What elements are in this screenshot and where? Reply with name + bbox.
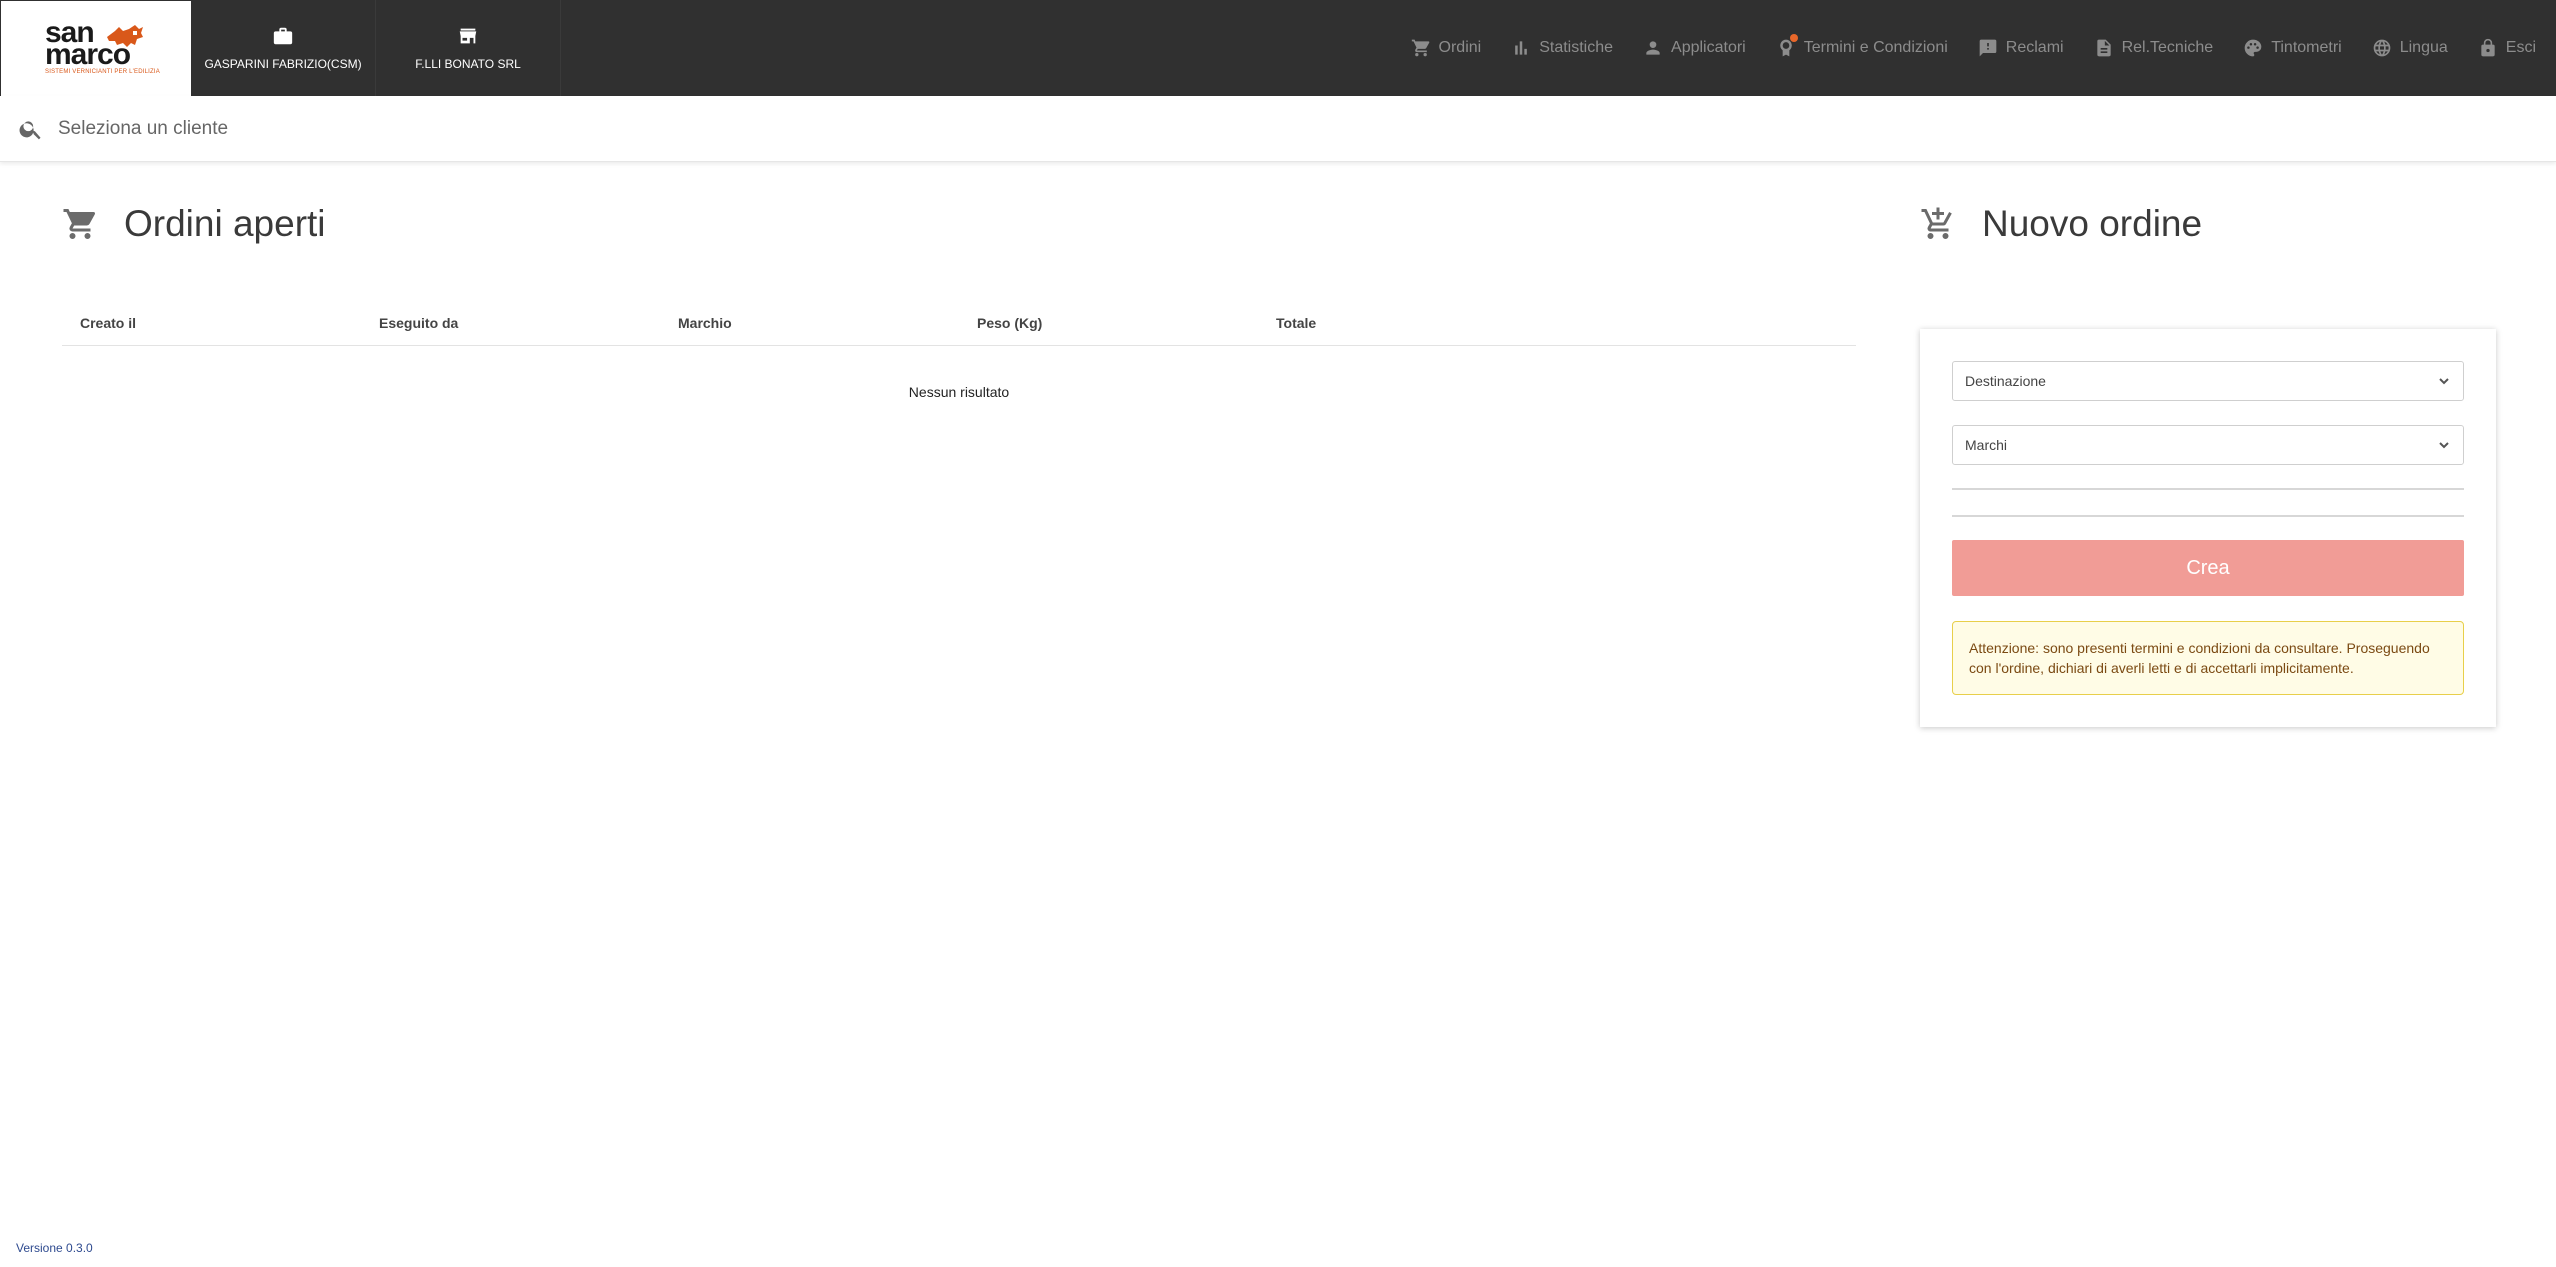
terms-warning: Attenzione: sono presenti termini e cond… bbox=[1952, 621, 2464, 695]
brand-logo[interactable]: san marco SISTEMI VERNICIANTI PER L'EDIL… bbox=[0, 0, 191, 96]
destination-select-label: Destinazione bbox=[1965, 373, 2046, 389]
customer-search-bar bbox=[0, 96, 2556, 162]
context-customer[interactable]: F.LLI BONATO SRL bbox=[376, 0, 561, 96]
nav-applicatori[interactable]: Applicatori bbox=[1643, 38, 1746, 58]
chevron-down-icon bbox=[2439, 378, 2449, 385]
search-icon bbox=[19, 120, 41, 139]
nav-tintometri-label: Tintometri bbox=[2271, 39, 2342, 56]
lion-icon bbox=[107, 25, 143, 47]
store-icon bbox=[459, 28, 477, 44]
column-header-weight[interactable]: Peso (Kg) bbox=[959, 315, 1258, 331]
nav-rel-tecniche-label: Rel.Tecniche bbox=[2121, 39, 2214, 56]
top-bar: san marco SISTEMI VERNICIANTI PER L'EDIL… bbox=[0, 0, 2556, 96]
document-icon bbox=[2096, 39, 2111, 57]
context-customer-label: F.LLI BONATO SRL bbox=[415, 57, 521, 71]
palette-icon bbox=[2244, 39, 2262, 57]
nav-ordini-label: Ordini bbox=[1438, 39, 1482, 56]
create-order-button[interactable]: Crea bbox=[1952, 540, 2464, 596]
context-agent-label: GASPARINI FABRIZIO(CSM) bbox=[204, 57, 362, 71]
app-version: Versione 0.3.0 bbox=[16, 1241, 93, 1255]
nav-esci-label: Esci bbox=[2505, 39, 2536, 56]
column-header-created[interactable]: Creato il bbox=[62, 315, 361, 331]
globe-icon bbox=[2373, 39, 2391, 57]
feedback-icon bbox=[1979, 39, 1997, 57]
new-order-card: Destinazione Marchi Crea Attenzione: son… bbox=[1920, 329, 2496, 727]
brands-select-label: Marchi bbox=[1965, 437, 2008, 453]
nav-reclami[interactable]: Reclami bbox=[1978, 38, 2064, 58]
column-header-executed-by[interactable]: Eseguito da bbox=[361, 315, 660, 331]
open-orders-header: Ordini aperti bbox=[62, 203, 326, 245]
new-order-title: Nuovo ordine bbox=[1982, 203, 2203, 244]
nav-statistiche-label: Statistiche bbox=[1539, 39, 1614, 56]
nav-termini-label: Termini e Condizioni bbox=[1803, 39, 1948, 56]
cart-icon bbox=[63, 209, 96, 239]
empty-field-1[interactable] bbox=[1952, 488, 2464, 490]
open-orders-table: Creato il Eseguito da Marchio Peso (Kg) … bbox=[62, 300, 1856, 400]
person-icon bbox=[1646, 41, 1660, 55]
notification-dot bbox=[1789, 34, 1798, 42]
column-header-brand[interactable]: Marchio bbox=[660, 315, 959, 331]
nav-lingua[interactable]: Lingua bbox=[2372, 38, 2448, 58]
bar-chart-icon bbox=[1515, 41, 1528, 55]
cart-icon bbox=[1411, 39, 1429, 57]
nav-lingua-label: Lingua bbox=[2399, 39, 2448, 56]
nav-ordini[interactable]: Ordini bbox=[1411, 38, 1482, 58]
customer-search-input[interactable] bbox=[58, 117, 958, 140]
table-header: Creato il Eseguito da Marchio Peso (Kg) … bbox=[62, 300, 1856, 346]
main-nav: Ordini Statistiche Applicatori Termini e… bbox=[1381, 0, 2556, 96]
context-agent[interactable]: GASPARINI FABRIZIO(CSM) bbox=[191, 0, 376, 96]
nav-applicatori-label: Applicatori bbox=[1671, 39, 1746, 56]
empty-field-2[interactable] bbox=[1952, 515, 2464, 517]
new-order-header: Nuovo ordine bbox=[1920, 203, 2202, 245]
briefcase-icon bbox=[273, 27, 293, 45]
chevron-down-icon bbox=[2439, 442, 2449, 449]
nav-esci[interactable]: Esci bbox=[2478, 38, 2536, 58]
open-orders-title: Ordini aperti bbox=[124, 203, 326, 244]
nav-rel-tecniche[interactable]: Rel.Tecniche bbox=[2094, 38, 2214, 58]
nav-statistiche[interactable]: Statistiche bbox=[1511, 38, 1613, 58]
nav-termini-condizioni[interactable]: Termini e Condizioni bbox=[1776, 34, 1948, 58]
lock-icon bbox=[2481, 38, 2495, 57]
logo-tagline: SISTEMI VERNICIANTI PER L'EDILIZIA bbox=[45, 69, 160, 75]
add-cart-icon bbox=[1921, 207, 1952, 239]
column-header-total[interactable]: Totale bbox=[1258, 315, 1557, 331]
destination-select[interactable]: Destinazione bbox=[1952, 361, 2464, 401]
nav-reclami-label: Reclami bbox=[2005, 39, 2064, 56]
empty-state-text: Nessun risultato bbox=[908, 384, 1010, 400]
nav-tintometri[interactable]: Tintometri bbox=[2243, 38, 2342, 58]
brands-select[interactable]: Marchi bbox=[1952, 425, 2464, 465]
